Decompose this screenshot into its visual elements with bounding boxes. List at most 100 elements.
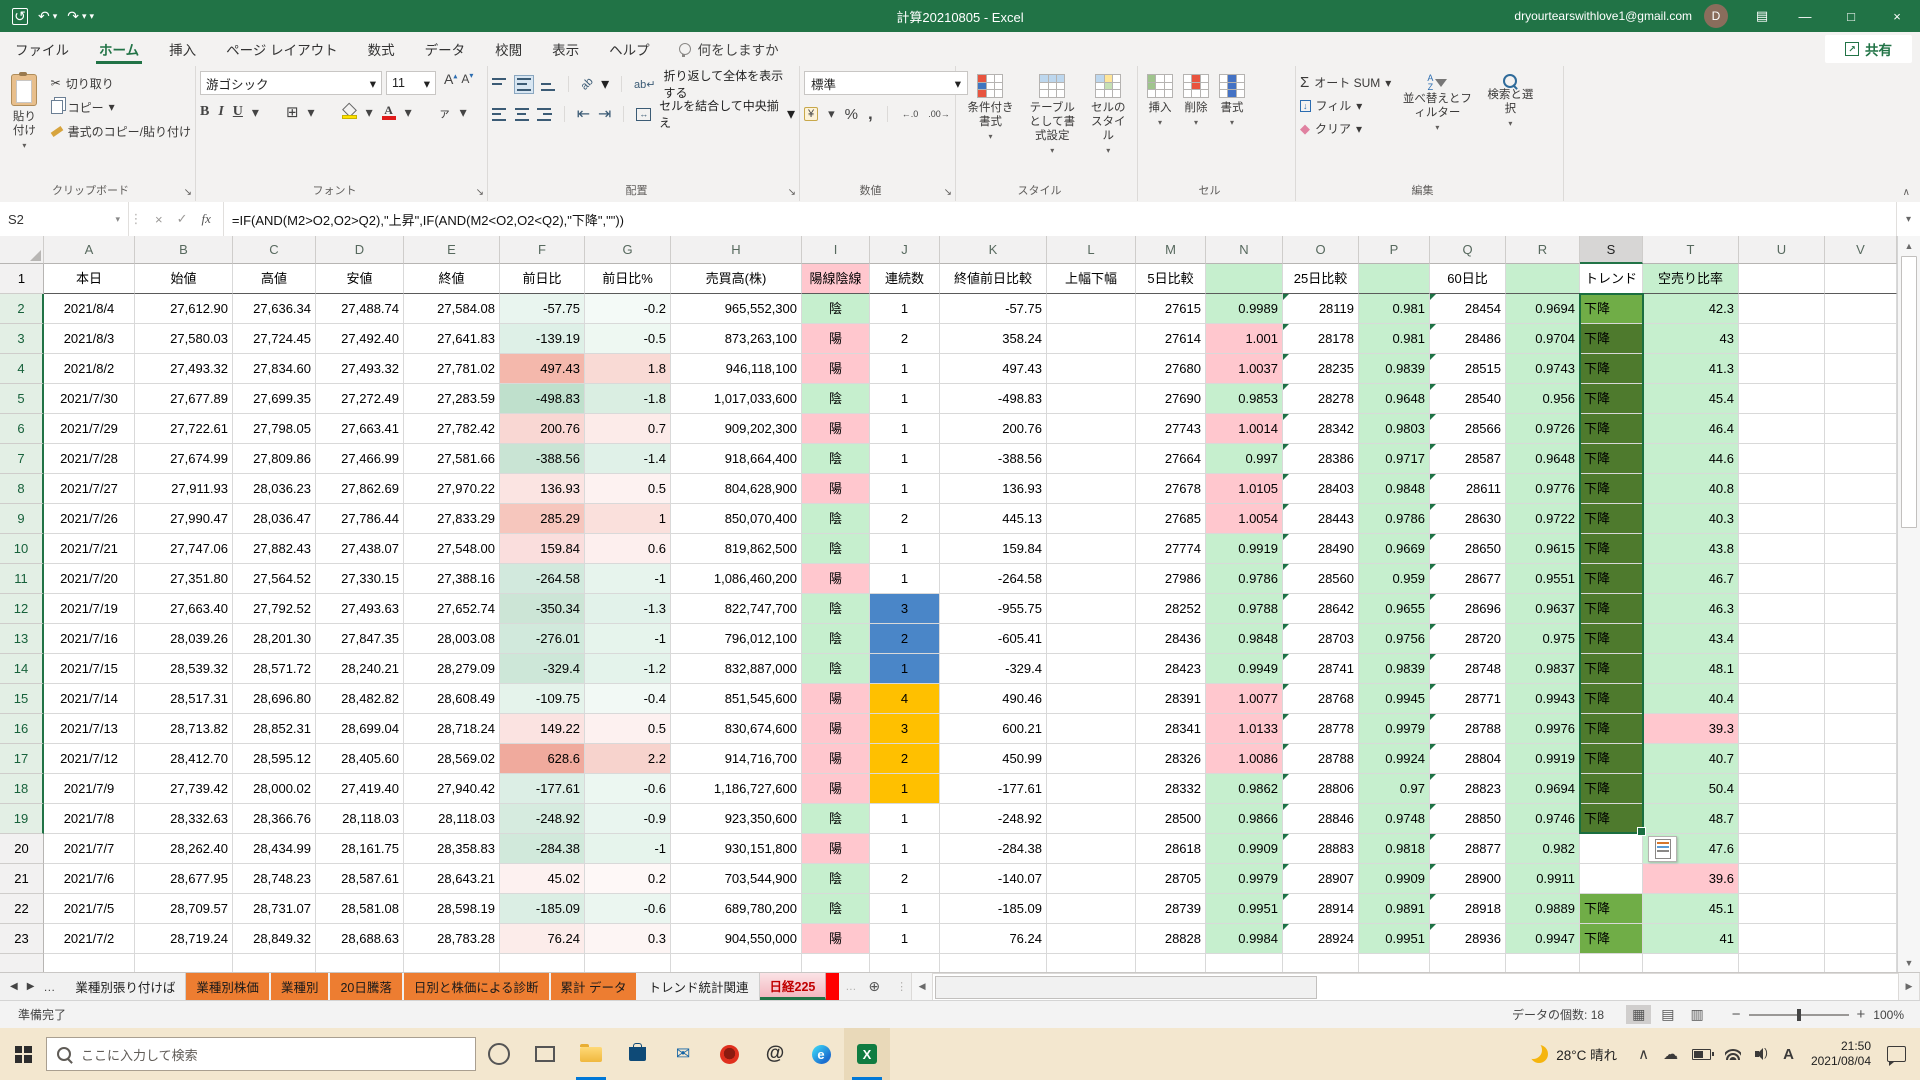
cell-S7[interactable]: 下降 [1580,444,1643,474]
cell-J22[interactable]: 1 [870,894,940,924]
vertical-scrollbar[interactable]: ▲ ▼ [1897,236,1920,972]
cell-C7[interactable]: 27,809.86 [233,444,316,474]
undo-dropdown-icon[interactable]: ▾ [53,11,58,22]
cell-K21[interactable]: -140.07 [940,864,1047,894]
cell-I8[interactable]: 陽 [802,474,870,504]
column-header-F[interactable]: F [500,236,585,264]
paste-options-button[interactable] [1648,836,1677,862]
cell-N21[interactable]: 0.9979 [1206,864,1283,894]
sheet-prev-icon[interactable]: ◀ [10,981,18,992]
cell-A17[interactable]: 2021/7/12 [44,744,135,774]
cell-N11[interactable]: 0.9786 [1206,564,1283,594]
cell-R6[interactable]: 0.9726 [1506,414,1580,444]
row-header-2[interactable]: 2 [0,294,44,324]
cortana-button[interactable] [476,1028,522,1080]
cell-P19[interactable]: 0.9748 [1359,804,1430,834]
cell-P8[interactable]: 0.9848 [1359,474,1430,504]
cell-A7[interactable]: 2021/7/28 [44,444,135,474]
cell-N5[interactable]: 0.9853 [1206,384,1283,414]
cell-S12[interactable]: 下降 [1580,594,1643,624]
cell-F10[interactable]: 159.84 [500,534,585,564]
cell-B7[interactable]: 27,674.99 [135,444,233,474]
cell-O14[interactable]: 28741 [1283,654,1359,684]
ribbon-tab-ファイル[interactable]: ファイル [0,32,84,66]
cell-N18[interactable]: 0.9862 [1206,774,1283,804]
hidden-icons-chevron[interactable]: ∧ [1638,1045,1649,1063]
cell-T6[interactable]: 46.4 [1643,414,1739,444]
column-header-E[interactable]: E [404,236,500,264]
cell-U22[interactable] [1739,894,1825,924]
cell-B18[interactable]: 27,739.42 [135,774,233,804]
bold-button[interactable]: B [200,104,209,120]
cut-button[interactable]: ✂切り取り [51,71,191,95]
cell-D3[interactable]: 27,492.40 [316,324,404,354]
cell-R9[interactable]: 0.9722 [1506,504,1580,534]
cell-L23[interactable] [1047,924,1136,954]
cell-A3[interactable]: 2021/8/3 [44,324,135,354]
header-cell-N1[interactable] [1206,264,1283,294]
cell-V7[interactable] [1825,444,1897,474]
cell-G20[interactable]: -1 [585,834,671,864]
cell-J23[interactable]: 1 [870,924,940,954]
cell-B17[interactable]: 28,412.70 [135,744,233,774]
cell-T4[interactable]: 41.3 [1643,354,1739,384]
cell-R17[interactable]: 0.9919 [1506,744,1580,774]
cell-R21[interactable]: 0.9911 [1506,864,1580,894]
cell-P10[interactable]: 0.9669 [1359,534,1430,564]
cell-styles-button[interactable]: セルのスタイル▾ [1084,71,1133,181]
cell-C19[interactable]: 28,366.76 [233,804,316,834]
column-header-I[interactable]: I [802,236,870,264]
cell-V21[interactable] [1825,864,1897,894]
mail-button[interactable]: ✉ [660,1028,706,1080]
cell-D5[interactable]: 27,272.49 [316,384,404,414]
cell-F21[interactable]: 45.02 [500,864,585,894]
cell-D18[interactable]: 27,419.40 [316,774,404,804]
cell-T13[interactable]: 43.4 [1643,624,1739,654]
cell-R5[interactable]: 0.956 [1506,384,1580,414]
cell-J2[interactable]: 1 [870,294,940,324]
cell-S8[interactable]: 下降 [1580,474,1643,504]
cell-I18[interactable]: 陽 [802,774,870,804]
cell-M18[interactable]: 28332 [1136,774,1206,804]
cell-V8[interactable] [1825,474,1897,504]
fill-handle[interactable] [1637,827,1646,836]
copy-button[interactable]: コピー▾ [51,95,191,119]
cell-I12[interactable]: 陰 [802,594,870,624]
underline-button[interactable]: U [233,104,243,120]
cell-T17[interactable]: 40.7 [1643,744,1739,774]
cell-E12[interactable]: 27,652.74 [404,594,500,624]
cell-G15[interactable]: -0.4 [585,684,671,714]
cell-S4[interactable]: 下降 [1580,354,1643,384]
cell-M12[interactable]: 28252 [1136,594,1206,624]
cell-M7[interactable]: 27664 [1136,444,1206,474]
cell-S9[interactable]: 下降 [1580,504,1643,534]
cell-N19[interactable]: 0.9866 [1206,804,1283,834]
cell-N22[interactable]: 0.9951 [1206,894,1283,924]
zoom-in-icon[interactable]: + [1857,1006,1866,1023]
cell-C4[interactable]: 27,834.60 [233,354,316,384]
ribbon-tab-校閲[interactable]: 校閲 [480,32,537,66]
page-break-view-icon[interactable]: ▥ [1685,1005,1710,1024]
cell-I17[interactable]: 陽 [802,744,870,774]
cell-S11[interactable]: 下降 [1580,564,1643,594]
cell-J14[interactable]: 1 [870,654,940,684]
cell-P6[interactable]: 0.9803 [1359,414,1430,444]
cell-K15[interactable]: 490.46 [940,684,1047,714]
cell-N7[interactable]: 0.997 [1206,444,1283,474]
cell-C3[interactable]: 27,724.45 [233,324,316,354]
undo-button[interactable]: ↶ [38,8,50,25]
cell-M20[interactable]: 28618 [1136,834,1206,864]
cell-P2[interactable]: 0.981 [1359,294,1430,324]
cell-G18[interactable]: -0.6 [585,774,671,804]
cell-G12[interactable]: -1.3 [585,594,671,624]
cell-H3[interactable]: 873,263,100 [671,324,802,354]
cell-R13[interactable]: 0.975 [1506,624,1580,654]
cell-N6[interactable]: 1.0014 [1206,414,1283,444]
cell-S16[interactable]: 下降 [1580,714,1643,744]
cell-L9[interactable] [1047,504,1136,534]
cell-Q23[interactable]: 28936 [1430,924,1506,954]
ribbon-display-options-icon[interactable]: ▤ [1742,0,1782,32]
cell-K6[interactable]: 200.76 [940,414,1047,444]
ribbon-tab-データ[interactable]: データ [410,32,481,66]
cell-V3[interactable] [1825,324,1897,354]
